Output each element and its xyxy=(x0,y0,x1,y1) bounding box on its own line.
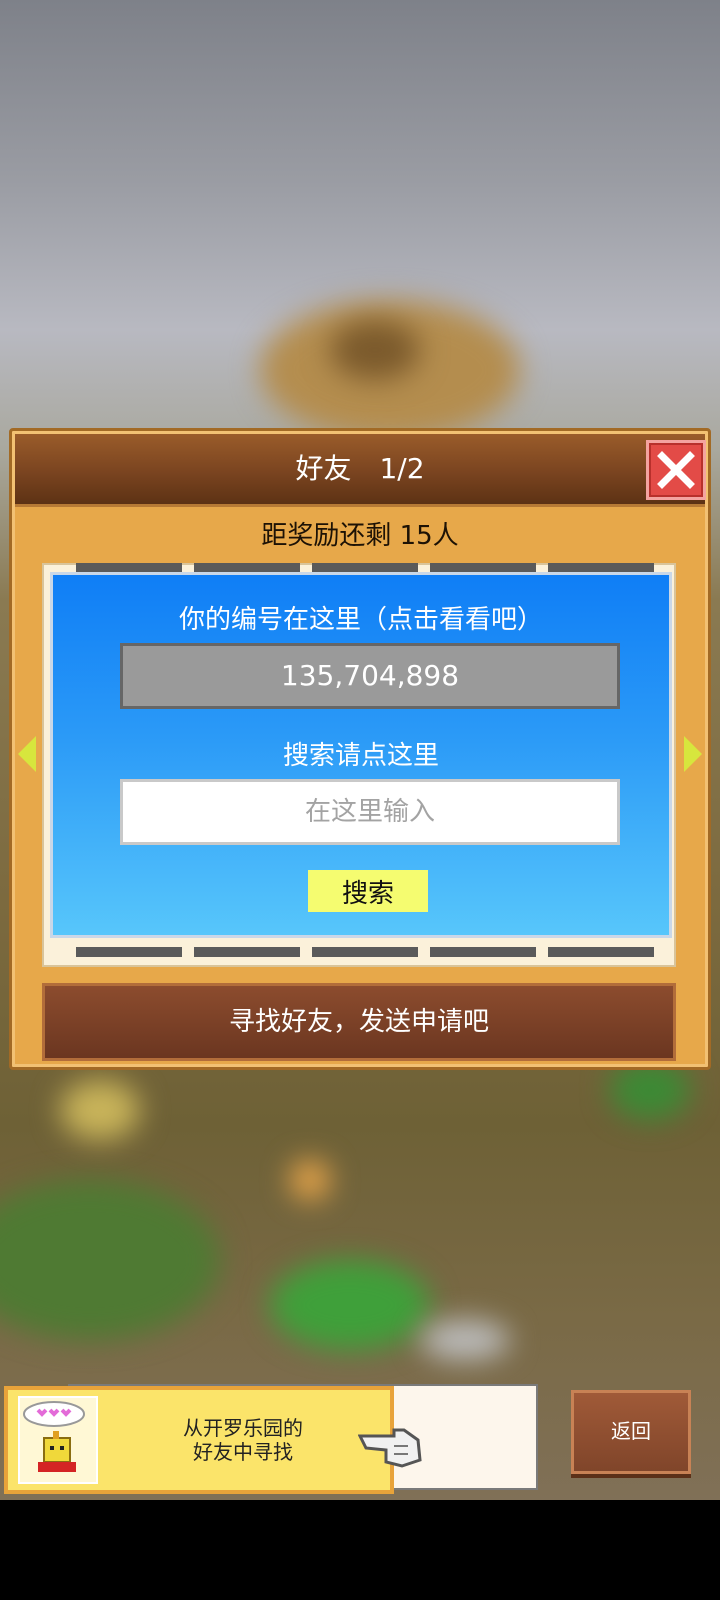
panel-tab xyxy=(548,947,654,957)
find-friends-button[interactable]: 寻找好友，发送申请吧 xyxy=(42,983,676,1061)
dialog-header: 好友 1/2 xyxy=(15,434,706,507)
panel-tab xyxy=(312,947,418,957)
arrow-right-icon[interactable] xyxy=(684,736,702,772)
my-id-label[interactable]: 你的编号在这里（点击看看吧） xyxy=(53,599,669,636)
back-button[interactable]: 返回 xyxy=(571,1390,691,1474)
my-id-box[interactable]: 135,704,898 xyxy=(120,643,620,709)
friend-search-panel: 你的编号在这里（点击看看吧） 135,704,898 搜索请点这里 搜索 xyxy=(50,572,672,938)
panel-tab xyxy=(76,947,182,957)
search-input[interactable] xyxy=(120,779,620,845)
panel-tab xyxy=(430,947,536,957)
close-button[interactable] xyxy=(646,440,706,500)
kairobot-avatar-icon xyxy=(23,1401,85,1472)
dialog-title: 好友 1/2 xyxy=(295,452,425,485)
pointing-hand-icon xyxy=(358,1428,422,1468)
banner-text-line2: 好友中寻找 xyxy=(193,1440,293,1464)
search-label: 搜索请点这里 xyxy=(282,741,439,771)
search-button[interactable]: 搜索 xyxy=(308,870,428,912)
panel-tab xyxy=(194,947,300,957)
reward-remaining-text: 距奖励还剩 15人 xyxy=(261,521,459,551)
kairo-friends-banner[interactable]: 从开罗乐园的 好友中寻找 xyxy=(4,1386,394,1494)
avatar xyxy=(18,1396,98,1484)
arrow-left-icon[interactable] xyxy=(18,736,36,772)
banner-text: 从开罗乐园的 好友中寻找 xyxy=(158,1416,328,1464)
navigation-bar-area xyxy=(0,1500,720,1600)
close-icon xyxy=(657,451,695,489)
banner-text-line1: 从开罗乐园的 xyxy=(183,1416,303,1440)
friends-dialog: 好友 1/2 距奖励还剩 15人 你的编号在这里（点击看看吧） 135,704,… xyxy=(9,428,711,1070)
